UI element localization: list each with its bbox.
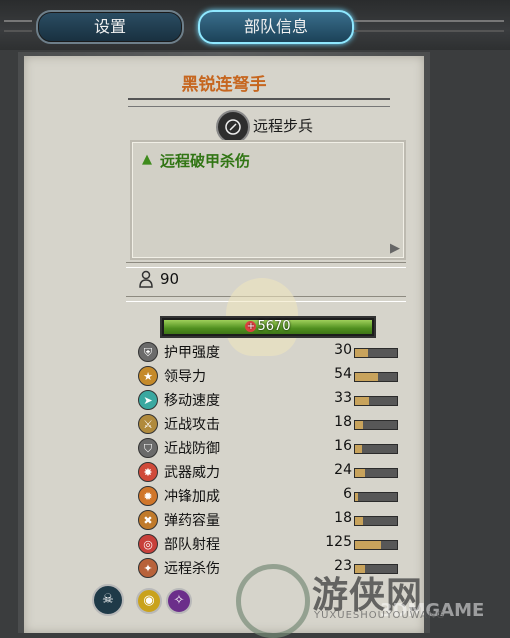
stat-bar-fill — [355, 373, 378, 381]
stat-bar-fill — [355, 541, 382, 549]
stat-row[interactable]: ★ 领导力 54 — [136, 364, 406, 388]
unit-size-icon — [139, 270, 153, 288]
eye-icon[interactable]: ◉ — [136, 588, 162, 614]
compass-icon[interactable] — [216, 110, 250, 144]
stat-bar — [354, 372, 398, 382]
stat-label: 远程杀伤 — [164, 561, 220, 577]
tab-unit-info[interactable]: 部队信息 — [198, 10, 354, 44]
health-value: 5670 — [257, 319, 291, 334]
stat-bar — [354, 420, 398, 430]
stat-bar — [354, 444, 398, 454]
watermark-subtitle: YUXUESHOUYOUWANG — [314, 610, 446, 621]
stat-value: 125 — [325, 534, 352, 550]
melee-attack-icon: ⚔ — [138, 414, 158, 434]
stat-value: 30 — [334, 342, 352, 358]
stat-row[interactable]: ✸ 武器威力 24 — [136, 460, 406, 484]
stat-label: 近战攻击 — [164, 417, 220, 433]
health-plus-icon: + — [245, 321, 257, 332]
stat-row[interactable]: ✖ 弹药容量 18 — [136, 508, 406, 532]
stat-value: 6 — [343, 486, 352, 502]
stat-bar-fill — [355, 421, 363, 429]
expand-arrow-icon[interactable]: ▶ — [390, 241, 400, 256]
title-ornament — [128, 98, 390, 107]
leadership-icon: ★ — [138, 366, 158, 386]
tab-settings[interactable]: 设置 — [36, 10, 184, 44]
stat-value: 18 — [334, 414, 352, 430]
watermark-logo-icon — [236, 564, 310, 638]
speed-icon: ➤ — [138, 390, 158, 410]
stat-label: 武器威力 — [164, 465, 220, 481]
ability-up-arrow-icon: ▲ — [142, 152, 152, 167]
stat-bar — [354, 516, 398, 526]
health-text: +5670 — [162, 318, 374, 336]
stat-label: 部队射程 — [164, 537, 220, 553]
stat-value: 54 — [334, 366, 352, 382]
site-watermark: 游侠网 3DMGAME YUXUESHOUYOUWANG — [234, 564, 510, 638]
weapon-power-icon: ✸ — [138, 462, 158, 482]
stat-value: 16 — [334, 438, 352, 454]
stat-value: 33 — [334, 390, 352, 406]
stat-bar-fill — [355, 397, 369, 405]
stat-bar-fill — [355, 445, 362, 453]
stat-bar-fill — [355, 349, 368, 357]
stat-label: 护甲强度 — [164, 345, 220, 361]
stat-bar — [354, 348, 398, 358]
stat-bar-fill — [355, 469, 366, 477]
top-bar: 设置 部队信息 — [0, 0, 510, 50]
stat-value: 18 — [334, 510, 352, 526]
unit-name: 黑锐连弩手 — [181, 75, 267, 95]
stat-row[interactable]: ◎ 部队射程 125 — [136, 532, 406, 556]
stat-label: 冲锋加成 — [164, 489, 220, 505]
stat-bar-fill — [355, 517, 363, 525]
ammo-icon: ✖ — [138, 510, 158, 530]
ability-item[interactable]: 远程破甲杀伤 — [160, 150, 250, 171]
divider — [126, 262, 406, 268]
stat-row[interactable]: ➤ 移动速度 33 — [136, 388, 406, 412]
stat-row[interactable]: ✹ 冲锋加成 6 — [136, 484, 406, 508]
stat-bar-fill — [355, 493, 358, 501]
stat-bar — [354, 396, 398, 406]
stat-label: 弹药容量 — [164, 513, 220, 529]
armor-icon: ⛨ — [138, 342, 158, 362]
top-ornament-left — [4, 20, 32, 32]
stat-label: 移动速度 — [164, 393, 220, 409]
charge-bonus-icon: ✹ — [138, 486, 158, 506]
stat-label: 近战防御 — [164, 441, 220, 457]
stat-bar — [354, 540, 398, 550]
stats-list: ⛨ 护甲强度 30 ★ 领导力 54 ➤ 移动速度 33 ⚔ 近战攻击 18 ⛉ 近战防御 16 ✸ 武器威力 2… — [136, 340, 406, 580]
skull-icon[interactable]: ☠ — [92, 584, 124, 616]
stat-row[interactable]: ⛨ 护甲强度 30 — [136, 340, 406, 364]
stat-bar — [354, 468, 398, 478]
stat-row[interactable]: ⚔ 近战攻击 18 — [136, 412, 406, 436]
unit-class-label: 远程步兵 — [253, 117, 314, 135]
claw-icon[interactable]: ✧ — [166, 588, 192, 614]
stat-bar — [354, 492, 398, 502]
abilities-box: ▲ 远程破甲杀伤 ▶ — [130, 140, 406, 260]
melee-defence-icon: ⛉ — [138, 438, 158, 458]
top-ornament-right — [354, 20, 504, 32]
stat-label: 领导力 — [164, 369, 206, 385]
missile-damage-icon: ✦ — [138, 558, 158, 578]
unit-size-value: 90 — [160, 270, 180, 288]
stat-value: 24 — [334, 462, 352, 478]
stat-row[interactable]: ⛉ 近战防御 16 — [136, 436, 406, 460]
range-icon: ◎ — [138, 534, 158, 554]
health-bar: +5670 — [160, 316, 376, 338]
